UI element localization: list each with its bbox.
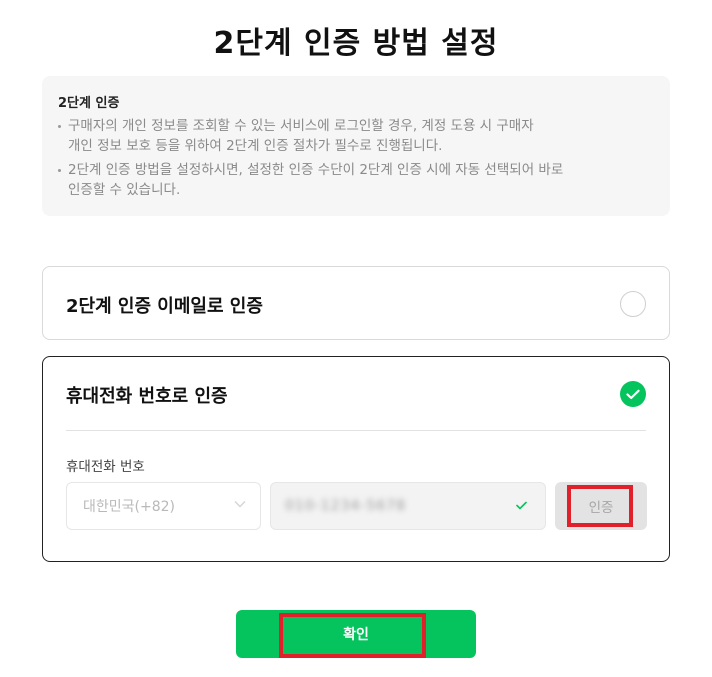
info-item: 구매자의 개인 정보를 조회할 수 있는 서비스에 로그인할 경우, 계정 도용… xyxy=(58,116,654,156)
phone-number-value: 010-1234-5678 xyxy=(285,498,407,514)
confirm-button[interactable]: 확인 xyxy=(236,610,476,658)
info-box: 2단계 인증 구매자의 개인 정보를 조회할 수 있는 서비스에 로그인할 경우… xyxy=(42,76,670,216)
verify-button[interactable]: 인증 xyxy=(555,482,647,530)
email-auth-radio[interactable] xyxy=(620,291,646,317)
chevron-down-icon xyxy=(234,501,246,508)
divider xyxy=(66,430,646,431)
page-title: 2단계 인증 방법 설정 xyxy=(213,26,499,61)
verify-button-label: 인증 xyxy=(588,500,614,516)
phone-auth-label: 휴대전화 번호로 인증 xyxy=(66,386,228,407)
info-title: 2단계 인증 xyxy=(58,96,120,111)
phone-number-input[interactable]: 010-1234-5678 xyxy=(270,482,546,530)
check-icon xyxy=(516,501,527,510)
confirm-button-label: 확인 xyxy=(343,627,369,643)
info-item: 2단계 인증 방법을 설정하시면, 설정한 인증 수단이 2단계 인증 시에 자… xyxy=(58,160,654,200)
phone-auth-option[interactable]: 휴대전화 번호로 인증 휴대전화 번호 대한민국(+82) 010-1234-5… xyxy=(42,356,670,562)
country-select[interactable]: 대한민국(+82) xyxy=(66,482,261,530)
phone-field-label: 휴대전화 번호 xyxy=(66,459,145,475)
email-auth-label: 2단계 인증 이메일로 인증 xyxy=(66,296,263,317)
info-list: 구매자의 개인 정보를 조회할 수 있는 서비스에 로그인할 경우, 계정 도용… xyxy=(58,116,654,200)
check-icon xyxy=(626,389,640,399)
phone-auth-radio[interactable] xyxy=(620,381,646,407)
email-auth-option[interactable]: 2단계 인증 이메일로 인증 xyxy=(42,266,670,340)
country-select-value: 대한민국(+82) xyxy=(83,499,175,515)
